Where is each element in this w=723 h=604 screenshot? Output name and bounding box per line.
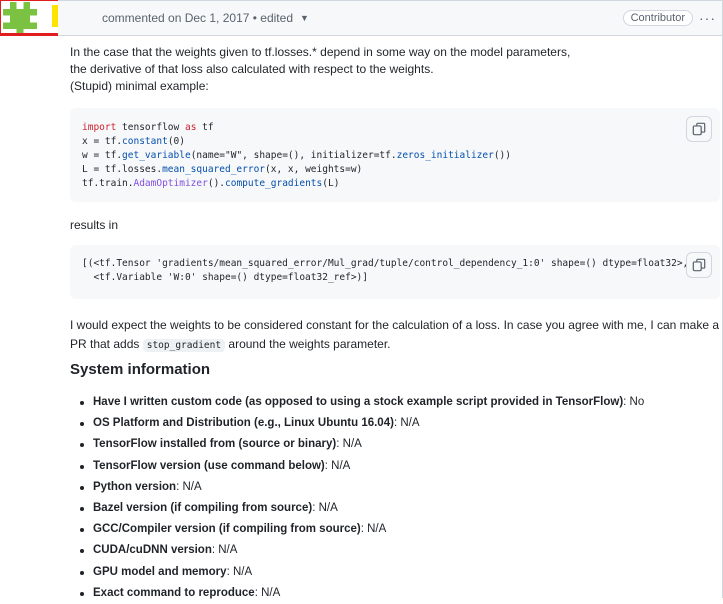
code-block-output: [(<tf.Tensor 'gradients/mean_squared_err… bbox=[70, 245, 720, 299]
copy-button[interactable] bbox=[686, 252, 712, 278]
inline-code: stop_gradient bbox=[142, 339, 226, 352]
intro-paragraph: In the case that the weights given to tf… bbox=[70, 44, 720, 95]
comment-header: commented on Dec 1, 2017 • edited ▼ Cont… bbox=[58, 0, 723, 36]
code-block-example: import tensorflow as tf x = tf.constant(… bbox=[70, 108, 720, 202]
system-information-heading: System information bbox=[70, 361, 211, 378]
list-item: GCC/Compiler version (if compiling from … bbox=[70, 519, 720, 540]
list-item: Have I written custom code (as opposed t… bbox=[70, 392, 720, 413]
list-item: Python version: N/A bbox=[70, 477, 720, 498]
comment-timestamp[interactable]: commented on Dec 1, 2017 • edited bbox=[102, 11, 293, 25]
results-label: results in bbox=[70, 218, 119, 232]
copy-icon bbox=[692, 258, 706, 272]
list-item: TensorFlow version (use command below): … bbox=[70, 456, 720, 477]
intro-line: (Stupid) minimal example: bbox=[70, 79, 209, 93]
list-item: TensorFlow installed from (source or bin… bbox=[70, 434, 720, 455]
list-item: CUDA/cuDNN version: N/A bbox=[70, 540, 720, 561]
contributor-badge: Contributor bbox=[622, 10, 693, 26]
system-info-list: Have I written custom code (as opposed t… bbox=[70, 392, 720, 604]
list-item: Exact command to reproduce: N/A bbox=[70, 583, 720, 604]
copy-button[interactable] bbox=[686, 116, 712, 142]
expectation-paragraph: I would expect the weights to be conside… bbox=[70, 318, 720, 352]
copy-icon bbox=[692, 122, 706, 136]
chevron-down-icon[interactable]: ▼ bbox=[300, 13, 309, 23]
list-item: Bazel version (if compiling from source)… bbox=[70, 498, 720, 519]
comment-meta[interactable]: commented on Dec 1, 2017 • edited ▼ bbox=[102, 11, 309, 25]
avatar[interactable] bbox=[2, 2, 38, 36]
intro-line: the derivative of that loss also calcula… bbox=[70, 62, 434, 76]
list-item: OS Platform and Distribution (e.g., Linu… bbox=[70, 413, 720, 434]
kebab-horizontal-icon[interactable]: ··· bbox=[699, 10, 716, 26]
intro-line: In the case that the weights given to tf… bbox=[70, 45, 571, 59]
list-item: GPU model and memory: N/A bbox=[70, 562, 720, 583]
